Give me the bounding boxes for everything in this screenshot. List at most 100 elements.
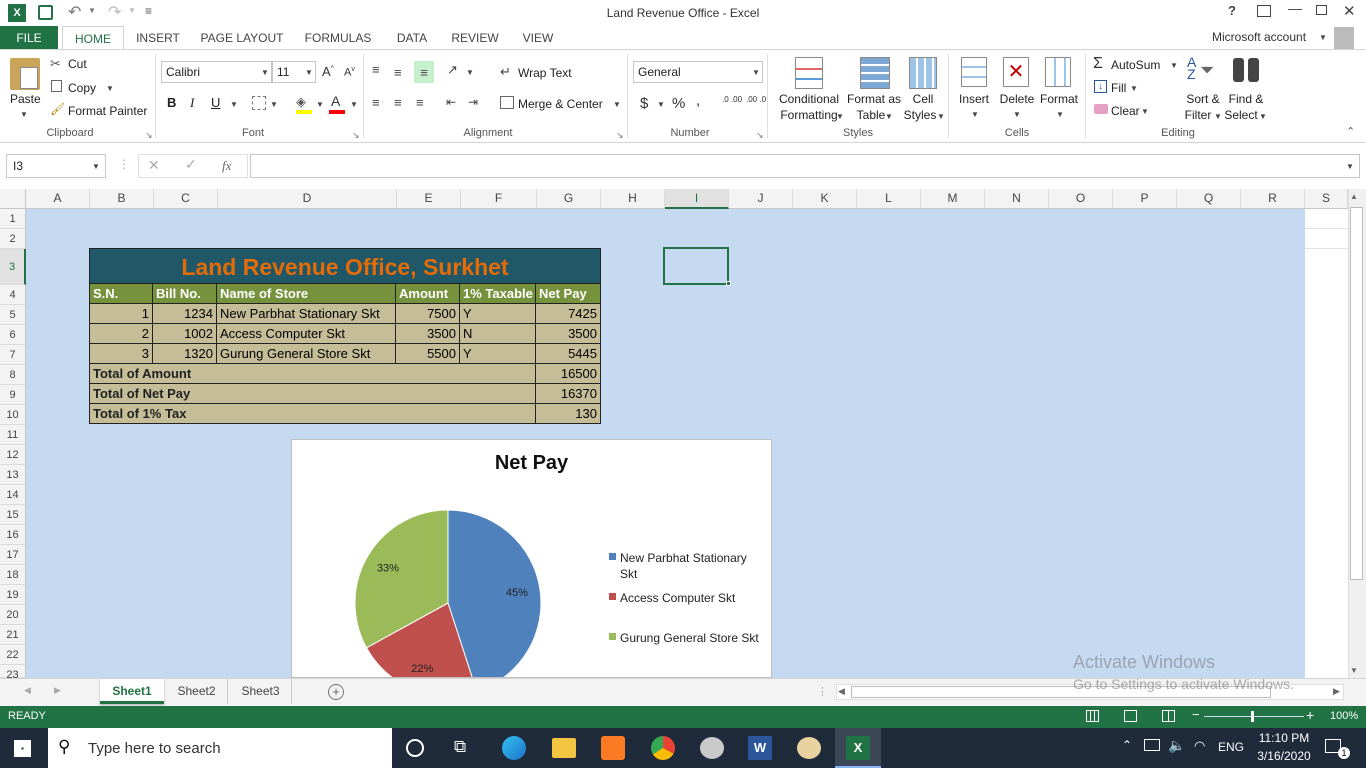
row-header-15[interactable]: 15 — [0, 505, 26, 525]
fill-handle[interactable] — [726, 281, 731, 286]
row-header-8[interactable]: 8 — [0, 365, 26, 385]
table-title[interactable]: Land Revenue Office, Surkhet — [89, 248, 601, 284]
column-header-s[interactable]: S — [1305, 189, 1348, 209]
row-header-1[interactable]: 1 — [0, 209, 26, 229]
format-painter-icon[interactable]: 🖌 — [50, 102, 65, 116]
table-cell[interactable]: 3 — [89, 344, 153, 364]
fill-dropdown-icon[interactable]: ▼ — [1130, 84, 1138, 93]
header-taxable[interactable]: 1% Taxable — [460, 284, 536, 304]
sheet-tab-sheet3[interactable]: Sheet3 — [230, 679, 292, 704]
align-left-icon[interactable]: ≡ — [372, 95, 380, 110]
tab-view[interactable]: VIEW — [516, 26, 560, 50]
page-layout-view-icon[interactable] — [1124, 710, 1137, 722]
row-header-17[interactable]: 17 — [0, 545, 26, 565]
conditional-formatting-icon[interactable] — [795, 57, 823, 89]
find-select-dropdown-icon[interactable]: ▼ — [1259, 112, 1267, 121]
row-header-5[interactable]: 5 — [0, 305, 26, 325]
tab-splitter-icon[interactable]: ⋮ — [817, 685, 828, 698]
tab-insert[interactable]: INSERT — [130, 26, 186, 50]
sheet-tab-sheet2[interactable]: Sheet2 — [166, 679, 228, 704]
tab-data[interactable]: DATA — [390, 26, 434, 50]
undo-icon[interactable]: ↶ — [68, 2, 81, 22]
edge-browser-icon[interactable] — [502, 736, 526, 760]
format-as-table-label-1[interactable]: Format as — [846, 92, 902, 106]
tab-page-layout[interactable]: PAGE LAYOUT — [196, 26, 288, 50]
table-cell[interactable]: N — [460, 324, 536, 344]
percent-button[interactable]: % — [672, 95, 685, 112]
column-header-d[interactable]: D — [218, 189, 397, 209]
tab-home[interactable]: HOME — [62, 26, 124, 50]
decrease-indent-icon[interactable]: ⇤ — [446, 95, 456, 109]
delete-cells-button[interactable]: Delete — [998, 92, 1036, 106]
row-header-9[interactable]: 9 — [0, 385, 26, 405]
insert-cells-dropdown-icon[interactable]: ▼ — [971, 110, 979, 119]
sort-filter-icon[interactable]: AZ — [1187, 55, 1196, 81]
decrease-decimal-button[interactable]: .00 .0 — [746, 96, 768, 104]
prev-sheet-icon[interactable]: ◀ — [24, 685, 31, 696]
table-cell[interactable]: 5500 — [396, 344, 460, 364]
column-header-o[interactable]: O — [1049, 189, 1113, 209]
help-icon[interactable]: ? — [1228, 3, 1236, 18]
cortana-icon[interactable] — [406, 739, 424, 757]
align-right-icon[interactable]: ≡ — [416, 95, 424, 110]
volume-icon[interactable]: 🔈 — [1168, 737, 1185, 754]
row-header-22[interactable]: 22 — [0, 645, 26, 665]
alignment-launcher-icon[interactable]: ↘ — [616, 130, 624, 141]
shrink-font-icon[interactable]: Av — [344, 66, 355, 79]
zoom-slider-thumb[interactable] — [1251, 711, 1254, 722]
find-select-icon[interactable] — [1233, 58, 1259, 84]
clear-button[interactable]: Clear — [1111, 104, 1140, 118]
merge-center-icon[interactable] — [500, 96, 514, 109]
fill-button[interactable]: Fill — [1111, 81, 1126, 95]
table-cell[interactable]: Access Computer Skt — [217, 324, 396, 344]
row-header-14[interactable]: 14 — [0, 485, 26, 505]
row-header-11[interactable]: 11 — [0, 425, 26, 445]
autosum-button[interactable]: AutoSum — [1111, 58, 1160, 72]
clock-date[interactable]: 3/16/2020 — [1250, 749, 1318, 763]
account-dropdown-icon[interactable]: ▼ — [1319, 33, 1327, 42]
fill-icon[interactable]: ↓ — [1094, 80, 1107, 93]
show-hidden-icons-icon[interactable]: ⌃ — [1122, 738, 1132, 752]
row-header-13[interactable]: 13 — [0, 465, 26, 485]
battery-icon[interactable] — [1144, 739, 1160, 751]
bold-button[interactable]: B — [167, 95, 176, 110]
middle-align-icon[interactable]: ≡ — [394, 65, 402, 80]
table-cell[interactable]: 7425 — [536, 304, 601, 324]
column-header-r[interactable]: R — [1241, 189, 1305, 209]
total-tax-value[interactable]: 130 — [536, 404, 601, 424]
column-header-q[interactable]: Q — [1177, 189, 1241, 209]
table-cell[interactable]: New Parbhat Stationary Skt — [217, 304, 396, 324]
total-amount-value[interactable]: 16500 — [536, 364, 601, 384]
table-cell[interactable]: 3500 — [396, 324, 460, 344]
clear-dropdown-icon[interactable]: ▼ — [1141, 107, 1149, 116]
zoom-out-icon[interactable]: − — [1192, 707, 1200, 722]
row-header-4[interactable]: 4 — [0, 285, 26, 305]
find-select-label-2[interactable]: Select — [1222, 108, 1260, 122]
paste-button[interactable]: Paste — [10, 92, 41, 106]
row-header-3[interactable]: 3 — [0, 249, 26, 285]
conditional-formatting-dropdown-icon[interactable]: ▼ — [836, 112, 844, 121]
table-cell[interactable]: 5445 — [536, 344, 601, 364]
paint-3d-icon[interactable] — [700, 737, 724, 759]
header-name-of-store[interactable]: Name of Store — [217, 284, 396, 304]
row-header-19[interactable]: 19 — [0, 585, 26, 605]
scroll-left-icon[interactable]: ◀ — [838, 686, 845, 697]
normal-view-icon[interactable] — [1086, 710, 1099, 722]
cell-styles-dropdown-icon[interactable]: ▼ — [937, 112, 945, 121]
table-cell[interactable]: 1234 — [153, 304, 217, 324]
new-sheet-icon[interactable]: + — [328, 684, 344, 700]
autosum-icon[interactable]: Σ — [1093, 55, 1103, 73]
row-header-18[interactable]: 18 — [0, 565, 26, 585]
minimize-icon[interactable]: — — [1288, 0, 1302, 16]
row-header-12[interactable]: 12 — [0, 445, 26, 465]
table-cell[interactable]: 3500 — [536, 324, 601, 344]
wrap-text-icon[interactable]: ↵ — [500, 64, 511, 80]
scroll-up-icon[interactable]: ▲ — [1350, 192, 1358, 201]
table-cell[interactable]: 1 — [89, 304, 153, 324]
copy-button[interactable]: Copy — [68, 81, 96, 95]
taskbar-search-placeholder[interactable]: Type here to search — [88, 740, 221, 757]
table-cell[interactable]: Y — [460, 304, 536, 324]
table-cell[interactable]: Y — [460, 344, 536, 364]
selected-cell[interactable] — [663, 247, 729, 285]
column-header-e[interactable]: E — [397, 189, 461, 209]
